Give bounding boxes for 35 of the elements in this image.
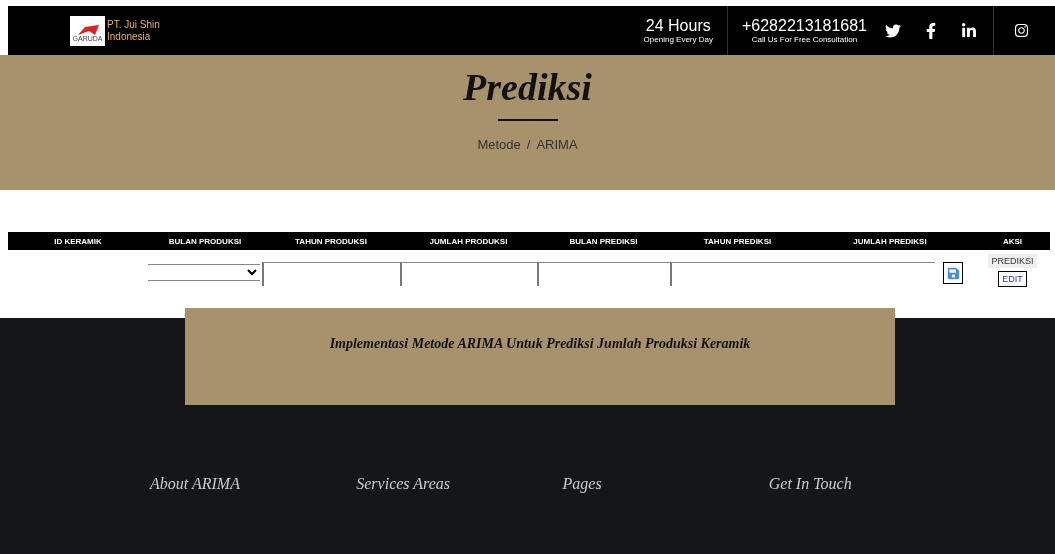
callout-text: Implementasi Metode ARIMA Untuk Prediksi Jumlah Produksi Keramik (329, 336, 751, 353)
company-name: Indonesia (107, 30, 152, 43)
column-header: TAHUN PREDIKSI (702, 236, 773, 246)
input-field[interactable] (537, 262, 670, 286)
column-header: JUMLAH PREDIKSI (852, 236, 928, 246)
column-header: ID KERAMIK (53, 236, 103, 246)
instagram-icon[interactable] (1014, 23, 1029, 38)
save-icon (946, 266, 960, 280)
company-name: PT. Jui Shin (107, 18, 160, 31)
edit-button[interactable]: EDIT (998, 271, 1027, 287)
phone-number: +6282213181681 (741, 16, 867, 35)
hours-subtitle: Opening Every Day (643, 34, 713, 45)
bird-icon (76, 24, 99, 35)
breadcrumb-item[interactable]: Metode (477, 137, 521, 152)
breadcrumb-item: ARIMA (536, 137, 578, 152)
input-field[interactable] (262, 262, 400, 286)
column-header: BULAN PRODUKSI (167, 236, 243, 246)
hours-title: 24 Hours (645, 16, 711, 35)
column-header: JUMLAH PRODUKSI (428, 236, 509, 246)
twitter-icon[interactable] (885, 22, 901, 39)
save-button[interactable] (943, 262, 963, 284)
breadcrumb-separator: / (526, 137, 531, 152)
footer-heading: About ARIMA (150, 475, 241, 493)
footer-heading: Pages (562, 475, 603, 493)
page-title: Prediksi (463, 65, 592, 109)
footer-heading: Services Areas (356, 475, 451, 493)
predict-button[interactable]: PREDIKSI (988, 254, 1037, 268)
input-field[interactable] (400, 262, 537, 286)
column-header: TAHUN PRODUKSI (294, 236, 368, 246)
phone-subtitle: Call Us For Free Consultation (751, 34, 858, 45)
column-header: AKSI (1001, 236, 1024, 246)
month-select[interactable] (148, 264, 260, 281)
linkedin-icon[interactable] (961, 22, 977, 39)
footer-heading: Get In Touch (768, 475, 853, 493)
column-header: BULAN PREDIKSI (568, 236, 639, 246)
